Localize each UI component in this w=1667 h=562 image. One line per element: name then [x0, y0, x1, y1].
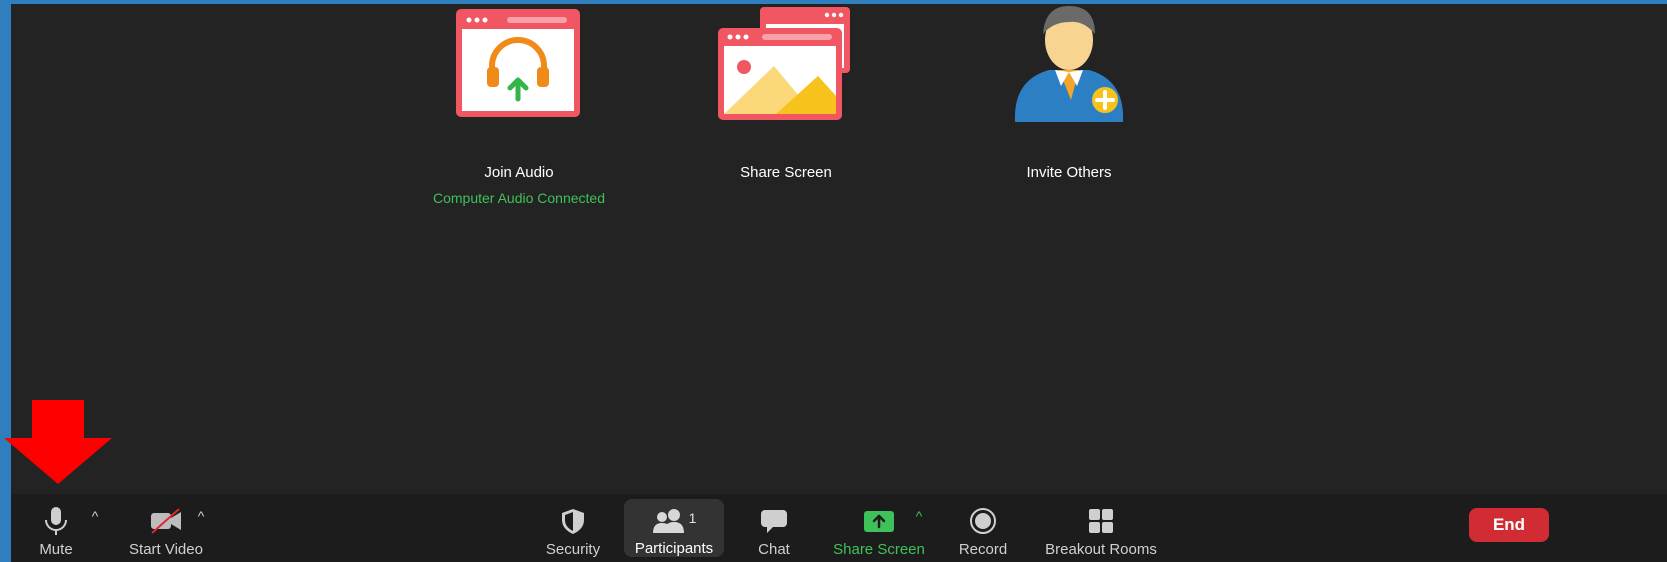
- record-icon: [963, 501, 1003, 541]
- share-options-caret[interactable]: ^: [910, 508, 928, 526]
- shield-icon: [553, 501, 593, 541]
- video-options-caret[interactable]: ^: [192, 508, 210, 526]
- share-screen-button[interactable]: Share Screen: [829, 494, 929, 562]
- audio-status-text: Computer Audio Connected: [433, 190, 605, 206]
- share-screen-windows-icon: [718, 7, 850, 120]
- mute-button[interactable]: Mute: [31, 494, 81, 562]
- add-person-icon: [1014, 6, 1124, 122]
- join-audio-label: Join Audio: [484, 164, 554, 181]
- participants-label: Participants: [634, 540, 714, 557]
- invite-others-label: Invite Others: [1026, 164, 1112, 181]
- participants-count: 1: [688, 509, 697, 526]
- record-label: Record: [958, 541, 1008, 558]
- center-actions: Join Audio Computer Audio Connected Shar…: [11, 4, 1667, 224]
- headphones-upload-icon: [456, 9, 580, 117]
- security-label: Security: [545, 541, 601, 558]
- mute-label: Mute: [39, 541, 73, 558]
- audio-options-caret[interactable]: ^: [86, 508, 104, 526]
- breakout-rooms-label: Breakout Rooms: [1045, 541, 1157, 558]
- chat-label: Chat: [758, 541, 790, 558]
- microphone-icon: [36, 501, 76, 541]
- start-video-label: Start Video: [129, 541, 203, 558]
- participants-icon: 1: [644, 501, 704, 540]
- join-audio-action[interactable]: Join Audio Computer Audio Connected: [429, 4, 609, 206]
- red-arrow-annotation: [4, 400, 112, 484]
- share-screen-action[interactable]: Share Screen: [706, 4, 866, 204]
- end-meeting-button[interactable]: End: [1469, 508, 1549, 542]
- chat-button[interactable]: Chat: [739, 494, 809, 562]
- chat-bubble-icon: [754, 501, 794, 541]
- meeting-toolbar: Mute ^ Start Video ^ Security 1 Particip…: [11, 494, 1667, 562]
- video-off-icon: [146, 501, 186, 541]
- breakout-rooms-button[interactable]: Breakout Rooms: [1041, 494, 1161, 562]
- record-button[interactable]: Record: [948, 494, 1018, 562]
- grid-icon: [1081, 501, 1121, 541]
- invite-others-action[interactable]: Invite Others: [979, 4, 1159, 204]
- participants-button[interactable]: 1 Participants: [624, 499, 724, 557]
- start-video-button[interactable]: Start Video: [121, 494, 211, 562]
- share-screen-label: Share Screen: [740, 164, 832, 181]
- share-screen-toolbar-label: Share Screen: [833, 541, 925, 558]
- security-button[interactable]: Security: [538, 494, 608, 562]
- share-arrow-icon: [859, 501, 899, 541]
- meeting-window: Join Audio Computer Audio Connected Shar…: [11, 4, 1667, 562]
